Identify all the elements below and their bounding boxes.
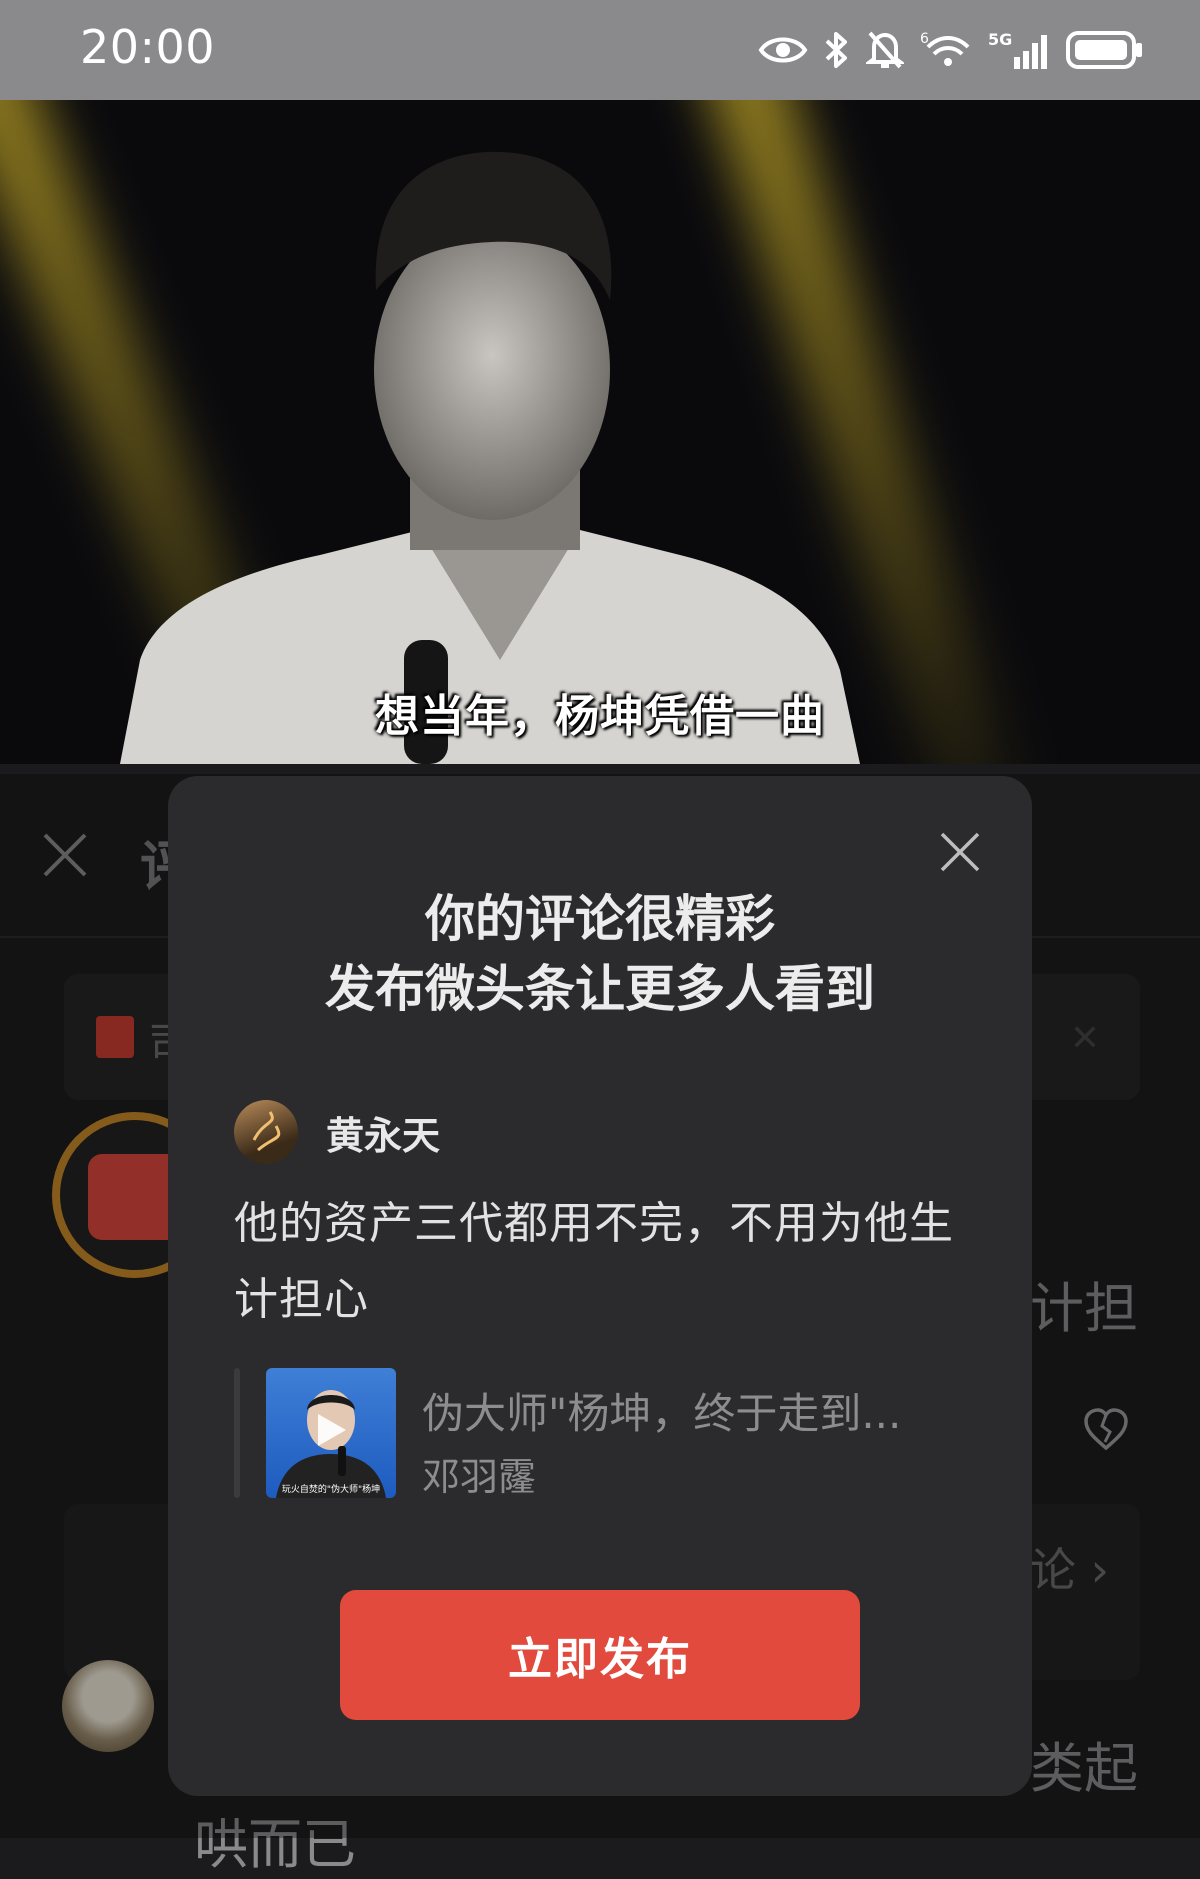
status-icons: 6 5G xyxy=(758,22,1144,78)
video-subtitle: 想当年，杨坤凭借一曲 xyxy=(375,691,825,742)
battery-icon xyxy=(1066,30,1144,70)
comment-text: 他的资产三代都用不完，不用为他生计担心 xyxy=(234,1198,954,1325)
mute-bell-icon xyxy=(866,29,904,71)
dialog-title: 你的评论很精彩 发布微头条让更多人看到 xyxy=(168,884,1032,1024)
dialog-title-line2: 发布微头条让更多人看到 xyxy=(325,960,875,1018)
author-name: 黄永天 xyxy=(326,1113,441,1158)
eye-icon xyxy=(758,33,808,67)
bluetooth-icon xyxy=(824,30,850,70)
avatar xyxy=(234,1100,298,1164)
status-bar: 20:00 6 5G xyxy=(0,0,1200,100)
article-thumbnail[interactable]: 玩火自焚的"伪大师"杨坤 xyxy=(266,1368,396,1498)
close-icon[interactable] xyxy=(938,830,982,874)
wifi-icon: 6 xyxy=(920,29,972,71)
quote-bar xyxy=(234,1368,240,1498)
publish-now-button[interactable]: 立即发布 xyxy=(340,1590,860,1720)
dialog-title-line1: 你的评论很精彩 xyxy=(425,890,775,948)
video-frame-person xyxy=(120,151,860,764)
signal-icon: 5G xyxy=(988,29,1050,71)
network-type-label: 5G xyxy=(988,30,1012,49)
comment-author: 黄永天 xyxy=(234,1100,440,1164)
publish-dialog: 你的评论很精彩 发布微头条让更多人看到 黄永天 他的资产三代都用不完，不用为他生… xyxy=(168,776,1032,1796)
article-author: 邓羽霳 xyxy=(422,1455,537,1499)
video-player[interactable]: 想当年，杨坤凭借一曲 xyxy=(0,100,1200,764)
status-time: 20:00 xyxy=(80,20,216,74)
article-title[interactable]: 伪大师"杨坤，终于走到... xyxy=(422,1380,901,1441)
thumbnail-caption: 玩火自焚的"伪大师"杨坤 xyxy=(282,1483,380,1495)
